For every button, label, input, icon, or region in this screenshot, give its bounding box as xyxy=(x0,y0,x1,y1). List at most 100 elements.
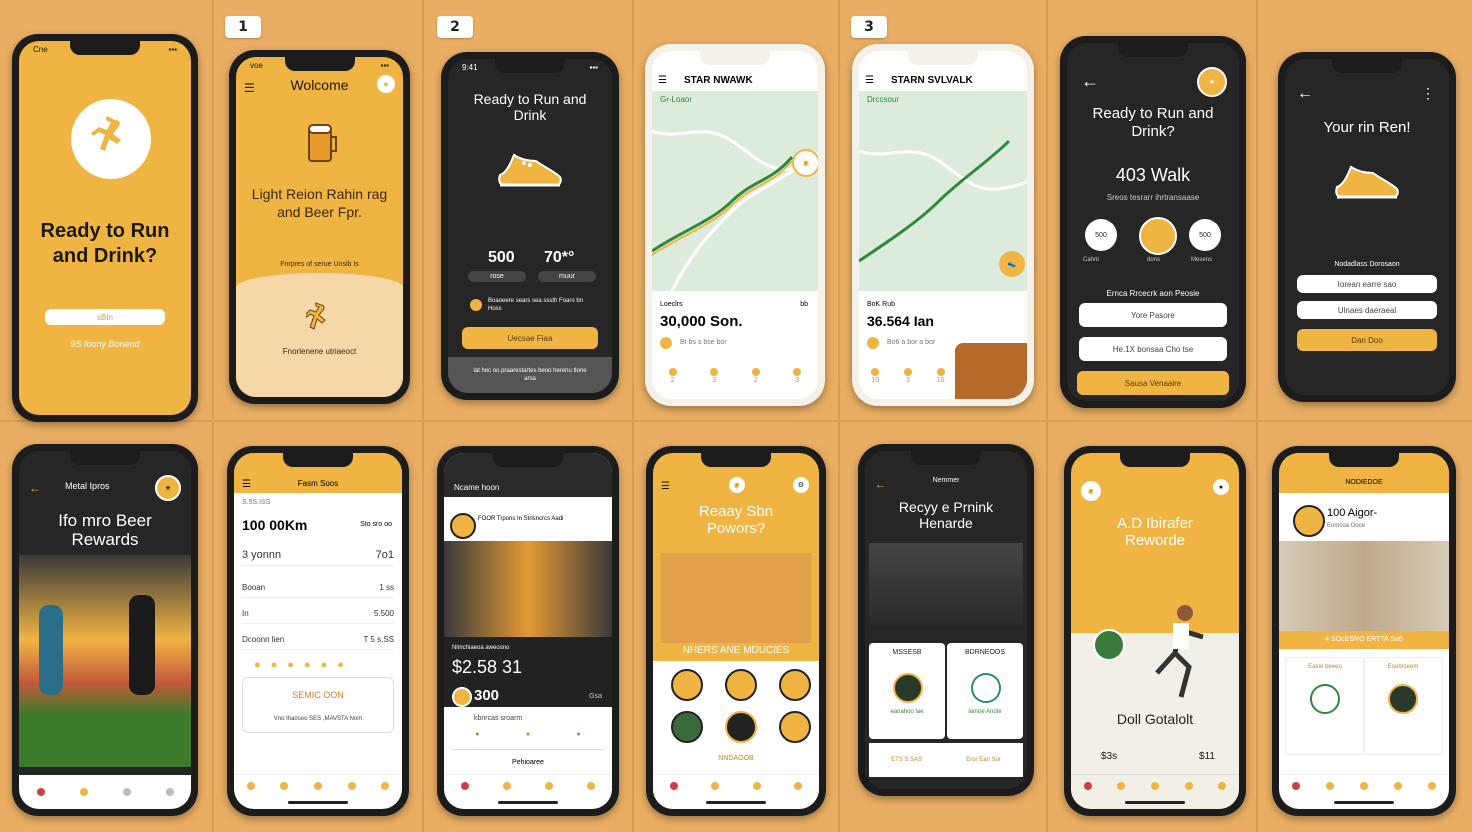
back-arrow-icon[interactable]: ← xyxy=(1081,71,1099,92)
tab-item[interactable] xyxy=(165,787,174,797)
price-2: $11 xyxy=(1199,751,1215,762)
badge-icon xyxy=(1388,684,1418,714)
tab-item[interactable] xyxy=(503,781,511,791)
option-button-2[interactable]: He.1X bonsaa Cho tse xyxy=(1079,337,1227,361)
rewards-header: Metal Ipros xyxy=(65,481,110,491)
badge-icon[interactable] xyxy=(671,669,703,701)
team-header: Nemmer xyxy=(932,477,960,484)
option-button-1[interactable]: Yore Pasore xyxy=(1079,303,1227,327)
list-item[interactable]: 3 yonnn 7o1 xyxy=(242,545,394,566)
badge-1[interactable]: 500 xyxy=(1085,219,1117,251)
profile-icon[interactable]: ● xyxy=(377,75,395,93)
tab-item[interactable]: 10 xyxy=(936,368,945,384)
points-right: Gsa xyxy=(589,693,602,700)
tab-item[interactable] xyxy=(1394,781,1402,791)
map[interactable]: Gr-Loaor 🍺 xyxy=(652,91,818,291)
tab-item[interactable] xyxy=(545,781,553,791)
list-item[interactable]: In 5.500 xyxy=(242,603,394,624)
reward-card-2[interactable]: Eoobrseem xyxy=(1363,657,1443,755)
badge-icon[interactable] xyxy=(671,711,703,743)
screen: ← ⋮ Your rin Ren! Nodadlass Dorosaon Ior… xyxy=(1285,59,1449,395)
tab-item[interactable] xyxy=(752,781,761,791)
tab-item[interactable]: 2 xyxy=(668,368,677,384)
tab-item[interactable] xyxy=(1083,781,1092,791)
tab-item[interactable] xyxy=(313,781,322,791)
field-2[interactable]: Ulnaes daeraeal xyxy=(1297,301,1437,319)
tab-bar: 10 3 10 xyxy=(859,365,957,387)
tab-item[interactable] xyxy=(122,787,131,797)
badge-2-label: dons xyxy=(1147,257,1161,263)
tab-item[interactable] xyxy=(711,781,720,791)
back-arrow-icon[interactable]: ← xyxy=(29,481,41,495)
tab-item[interactable]: 3 xyxy=(793,368,802,384)
phone-map: ☰ STAR NWAWK Gr-Loaor 🍺 Loeclrs bb 30,00… xyxy=(645,44,825,406)
profile-icon[interactable]: ● xyxy=(1213,479,1229,495)
reward-card-1[interactable]: Ealoe beeeo xyxy=(1285,657,1365,755)
summary-card[interactable]: SEMIC OON Vno Ihaoseo SES ,MAVSTA Nom xyxy=(242,677,394,733)
badge-icon[interactable] xyxy=(725,711,757,743)
badge-icon[interactable] xyxy=(779,669,811,701)
team-photo xyxy=(1279,541,1449,631)
tab-item[interactable] xyxy=(1117,781,1126,791)
tab-item[interactable] xyxy=(669,781,678,791)
list-item[interactable]: Booan 1 ss xyxy=(242,577,394,598)
tab-item[interactable] xyxy=(1326,781,1334,791)
profile-badge-icon[interactable]: ★ xyxy=(155,475,181,501)
screen: ← Nemmer Recyy e Prnink Henarde MSSESB e… xyxy=(865,451,1027,789)
tab-item[interactable]: 3 xyxy=(903,368,912,384)
badge-icon[interactable] xyxy=(725,669,757,701)
tab-item[interactable] xyxy=(1360,781,1368,791)
run-sub: Bo6 a bor a bor xyxy=(887,339,936,346)
runner-illustration xyxy=(1151,603,1211,703)
sneaker-pin-icon[interactable]: 👟 xyxy=(999,251,1025,277)
tab-bar: 2 3 2 3 xyxy=(652,365,818,387)
more-icon[interactable]: ⋮ xyxy=(1421,85,1435,102)
start-run-button[interactable]: Uecsae Fiaa xyxy=(462,327,598,349)
divider xyxy=(1256,0,1258,832)
tab-item[interactable] xyxy=(461,781,469,791)
badge-1-label: Cahrir xyxy=(1083,257,1100,263)
grid-title: 100 Aigor- xyxy=(1327,507,1378,519)
tab-item[interactable] xyxy=(587,781,595,791)
map[interactable]: Drccsour 👟 xyxy=(859,91,1027,291)
tab-item[interactable] xyxy=(246,781,255,791)
tab-item[interactable] xyxy=(280,781,289,791)
field-1[interactable]: Iorean earre sao xyxy=(1297,275,1437,293)
tab-item[interactable] xyxy=(36,787,45,797)
run-distance: 36.564 Ian xyxy=(867,313,934,329)
list-item[interactable]: Dcoonn lien T 5 s.SS xyxy=(242,629,394,650)
menu-icon[interactable]: ☰ xyxy=(658,75,667,86)
price-label: Nlmchiaeoa aweosno xyxy=(452,645,510,651)
beer-pin-icon[interactable]: 🍺 xyxy=(792,149,818,177)
profile-badge-icon[interactable]: ★ xyxy=(1197,67,1227,97)
tab-item[interactable] xyxy=(794,781,803,791)
badge-2[interactable] xyxy=(1139,217,1177,255)
tab-item[interactable] xyxy=(1184,781,1193,791)
menu-icon[interactable]: ☰ xyxy=(865,75,874,86)
confirm-button[interactable]: Sausa Venaaire xyxy=(1077,371,1229,395)
tab-item[interactable]: 3 xyxy=(710,368,719,384)
back-arrow-icon[interactable]: ← xyxy=(1297,85,1313,103)
tab-item[interactable]: 10 xyxy=(871,368,880,384)
tab-item[interactable] xyxy=(79,787,88,797)
tab-item[interactable] xyxy=(1150,781,1159,791)
settings-icon[interactable]: ⚙ xyxy=(793,477,809,493)
menu-icon[interactable]: ☰ xyxy=(661,481,670,492)
done-button[interactable]: Dan Doo xyxy=(1297,329,1437,351)
tab-item[interactable] xyxy=(1292,781,1300,791)
badge-3[interactable]: 500 xyxy=(1189,219,1221,251)
tab-item[interactable] xyxy=(347,781,356,791)
tab-item[interactable]: 2 xyxy=(751,368,760,384)
walk-value: 403 Walk xyxy=(1115,165,1191,185)
screen: ☰ 🍺 ⚙ Reaay Sbn Powors? NHERS ANE MDUCIE… xyxy=(653,453,819,809)
team-card-1[interactable]: MSSESB eanahoo lae xyxy=(869,643,945,739)
account-link[interactable]: 9S foony Bonend xyxy=(19,339,191,349)
tab-item[interactable] xyxy=(1218,781,1227,791)
tab-item[interactable] xyxy=(381,781,390,791)
team-card-2[interactable]: BDRNEOOS lamoe Anote xyxy=(947,643,1023,739)
badge-icon[interactable] xyxy=(779,711,811,743)
location-label: Gr-Loaor xyxy=(660,95,693,104)
map-header: STAR NWAWK xyxy=(684,75,753,86)
tab-item[interactable] xyxy=(1428,781,1436,791)
start-button[interactable]: sBIn xyxy=(45,309,165,325)
